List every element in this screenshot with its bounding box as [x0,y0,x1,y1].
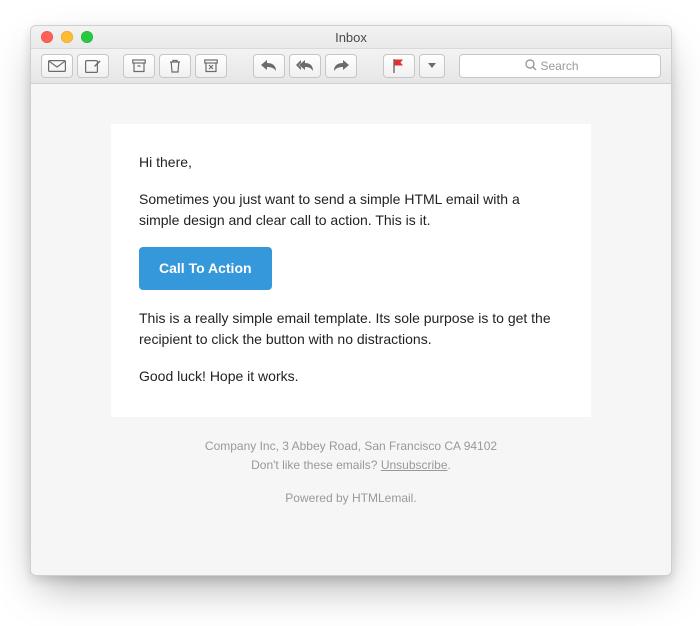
footer-dislike-text: Don't like these emails? [251,458,381,472]
unsubscribe-link[interactable]: Unsubscribe [381,458,448,472]
junk-icon [204,59,218,73]
close-window-button[interactable] [41,31,53,43]
flag-button[interactable] [383,54,415,78]
search-icon [525,59,537,74]
search-input[interactable] [541,59,596,73]
email-intro: Sometimes you just want to send a simple… [139,189,563,231]
footer-powered-by: Powered by HTMLemail. [121,489,581,508]
archive-button[interactable] [123,54,155,78]
chevron-down-icon [428,63,436,69]
delete-button[interactable] [159,54,191,78]
toolbar-group-compose [41,54,109,78]
mail-viewport: Hi there, Sometimes you just want to sen… [31,84,671,575]
toolbar-group-respond [253,54,357,78]
envelope-icon [48,60,66,72]
window-controls [31,31,93,43]
email-card: Hi there, Sometimes you just want to sen… [111,124,591,417]
trash-icon [168,59,182,73]
flag-icon [393,59,405,73]
archive-icon [132,59,146,73]
minimize-window-button[interactable] [61,31,73,43]
get-mail-button[interactable] [41,54,73,78]
flag-menu-button[interactable] [419,54,445,78]
reply-button[interactable] [253,54,285,78]
reply-icon [261,60,277,72]
titlebar: Inbox [31,26,671,49]
compose-button[interactable] [77,54,109,78]
email-footer: Company Inc, 3 Abbey Road, San Francisco… [111,417,591,529]
reply-all-icon [296,60,314,72]
reply-all-button[interactable] [289,54,321,78]
zoom-window-button[interactable] [81,31,93,43]
footer-address: Company Inc, 3 Abbey Road, San Francisco… [121,437,581,456]
email-body: This is a really simple email template. … [139,308,563,350]
search-field[interactable] [459,54,661,78]
mail-window: Inbox [30,25,672,576]
cta-button[interactable]: Call To Action [139,247,272,290]
toolbar-group-flag [383,54,445,78]
email-greeting: Hi there, [139,152,563,173]
junk-button[interactable] [195,54,227,78]
footer-unsubscribe-line: Don't like these emails? Unsubscribe. [121,456,581,475]
footer-period: . [448,458,451,472]
toolbar [31,49,671,84]
toolbar-group-organize [123,54,227,78]
email-signoff: Good luck! Hope it works. [139,366,563,387]
window-title: Inbox [31,30,671,45]
forward-button[interactable] [325,54,357,78]
compose-icon [85,59,101,73]
forward-icon [333,60,349,72]
